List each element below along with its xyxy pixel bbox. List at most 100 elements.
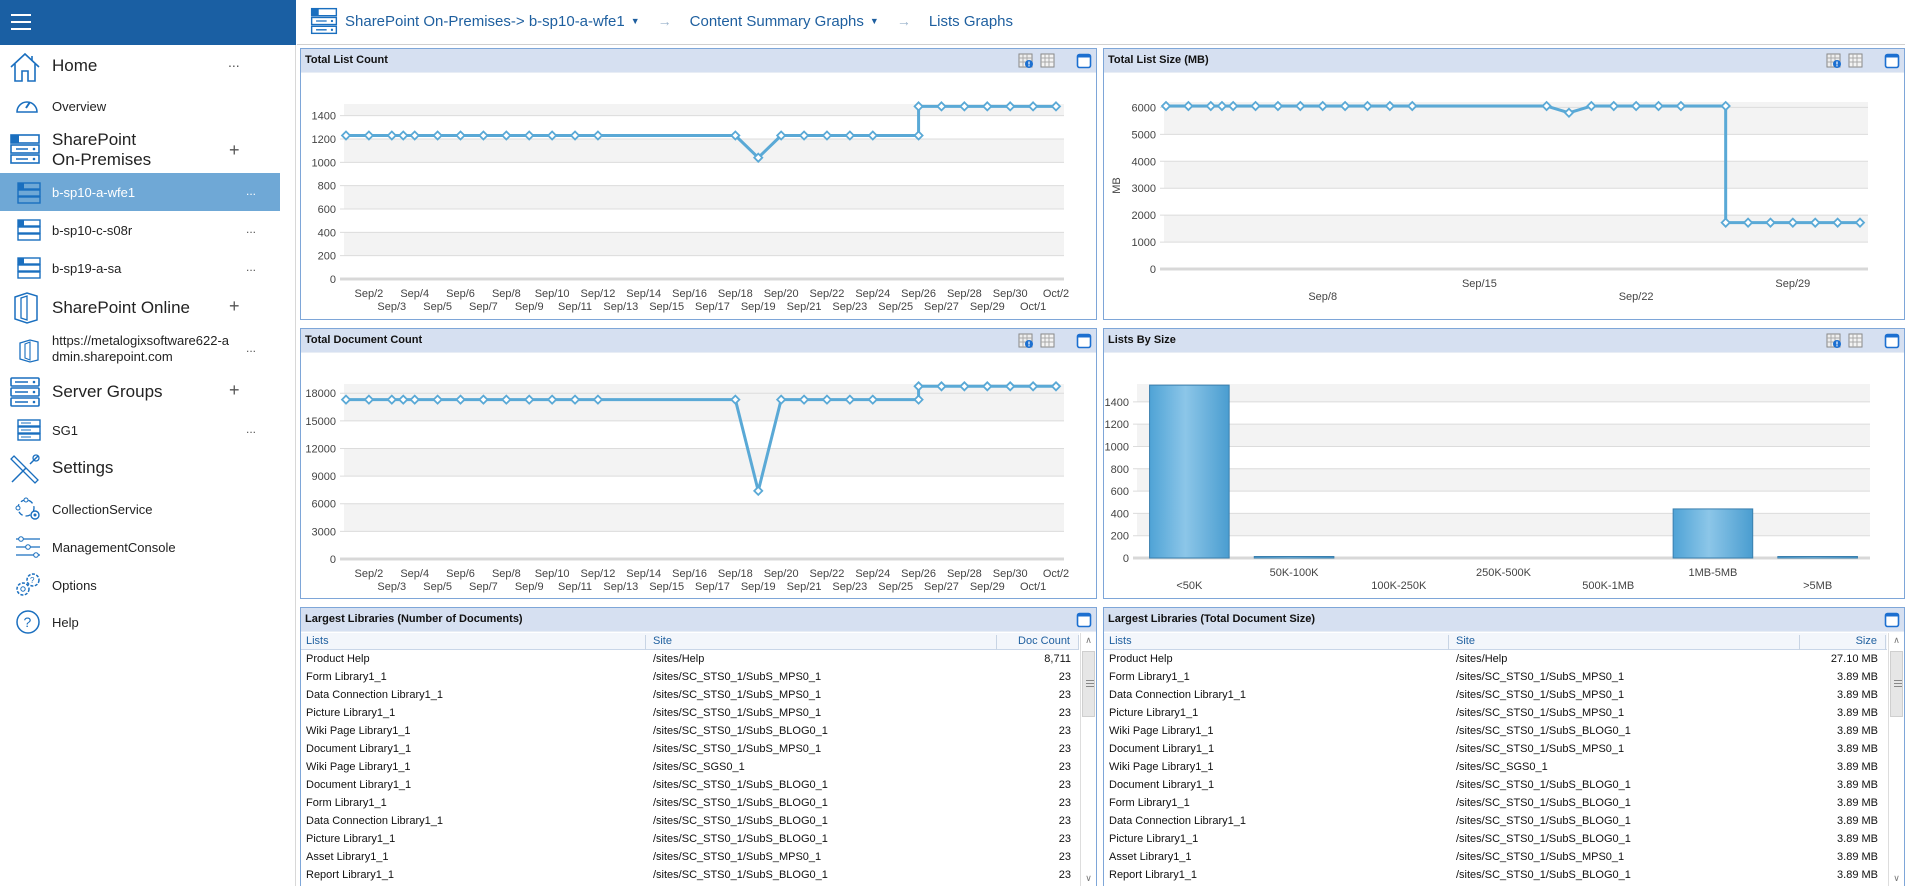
cell-list: Data Connection Library1_1 (1109, 815, 1246, 827)
chart-info-icon[interactable] (1826, 53, 1842, 69)
table-row[interactable]: Picture Library1_1/sites/SC_STS0_1/SubS_… (1104, 830, 1887, 848)
breadcrumb-content-summary-graphs[interactable]: Content Summary Graphs ▼ (690, 13, 879, 30)
table-row[interactable]: Product Help/sites/Help 8,711 (301, 650, 1079, 668)
add-button[interactable]: + (229, 296, 240, 317)
sidebar-item-sharepoint-on-premises[interactable]: SharePoint On-Premises + (0, 128, 280, 172)
sidebar-item-home[interactable]: Home ... (0, 48, 280, 86)
more-actions-button[interactable]: ... (246, 422, 256, 436)
more-actions-button[interactable]: ... (246, 222, 256, 236)
table-row[interactable]: Document Library1_1/sites/SC_STS0_1/SubS… (1104, 776, 1887, 794)
table-row[interactable]: Picture Library1_1/sites/SC_STS0_1/SubS_… (1104, 704, 1887, 722)
table-row[interactable]: Wiki Page Library1_1/sites/SC_STS0_1/Sub… (301, 722, 1079, 740)
x-tick-label: Sep/27 (924, 301, 959, 313)
y-tick-label: 4000 (1132, 156, 1156, 168)
hamburger-menu-icon[interactable] (11, 14, 31, 30)
chart-info-icon[interactable] (1826, 333, 1842, 349)
y-tick-label: 1200 (312, 134, 336, 146)
more-actions-button[interactable]: ... (246, 184, 256, 198)
more-actions-button[interactable]: ... (246, 260, 256, 274)
table-row[interactable]: Form Library1_1/sites/SC_STS0_1/SubS_MPS… (1104, 668, 1887, 686)
more-actions-button[interactable]: ... (246, 341, 256, 355)
table-row[interactable]: Form Library1_1/sites/SC_STS0_1/SubS_MPS… (301, 668, 1079, 686)
sidebar-item-help[interactable]: ? Help (0, 607, 280, 637)
column-header-lists[interactable]: Lists (1109, 635, 1449, 650)
column-header-site[interactable]: Site (649, 635, 997, 650)
breadcrumb-server[interactable]: SharePoint On-Premises-> b-sp10-a-wfe1 ▼ (345, 13, 640, 30)
sidebar-item-online-site[interactable]: https://metalogixsoftware622-a dmin.share… (0, 330, 280, 370)
add-button[interactable]: + (229, 380, 240, 401)
panel-title: Largest Libraries (Number of Documents) (305, 613, 523, 625)
scroll-up-icon[interactable]: ∧ (1889, 633, 1904, 648)
sidebar-item-label: https://metalogixsoftware622-a dmin.share… (52, 333, 229, 365)
table-row[interactable]: Form Library1_1/sites/SC_STS0_1/SubS_BLO… (1104, 794, 1887, 812)
scroll-up-icon[interactable]: ∧ (1081, 633, 1096, 648)
maximize-icon[interactable] (1884, 333, 1900, 349)
maximize-icon[interactable] (1076, 333, 1092, 349)
sidebar-item-overview[interactable]: Overview (0, 92, 280, 120)
column-header-size[interactable]: Size (1800, 635, 1886, 650)
sidebar-item-server-groups[interactable]: Server Groups + (0, 374, 280, 410)
panel-total-list-size: Total List Size (MB) 0 1000 2000 3000 4000 50… (1103, 48, 1905, 320)
table-row[interactable]: Data Connection Library1_1/sites/SC_STS0… (1104, 812, 1887, 830)
column-header-doc-count[interactable]: Doc Count (997, 635, 1079, 650)
add-button[interactable]: + (229, 140, 240, 161)
table-row[interactable]: Asset Library1_1/sites/SC_STS0_1/SubS_MP… (301, 848, 1079, 866)
table-row[interactable]: Picture Library1_1/sites/SC_STS0_1/SubS_… (301, 830, 1079, 848)
grid-view-icon[interactable] (1848, 333, 1864, 349)
maximize-icon[interactable] (1884, 53, 1900, 69)
table-row[interactable]: Wiki Page Library1_1/sites/SC_SGS0_1 3.89… (1104, 758, 1887, 776)
grid-view-icon[interactable] (1040, 333, 1056, 349)
table-row[interactable]: Asset Library1_1/sites/SC_STS0_1/SubS_MP… (1104, 848, 1887, 866)
sidebar-item-collectionservice[interactable]: CollectionService (0, 494, 280, 524)
sidebar-item-sharepoint-online[interactable]: SharePoint Online + (0, 290, 280, 326)
maximize-icon[interactable] (1076, 53, 1092, 69)
table-row[interactable]: Wiki Page Library1_1/sites/SC_STS0_1/Sub… (1104, 722, 1887, 740)
x-tick-label: Sep/20 (764, 288, 799, 300)
vertical-scrollbar[interactable]: ∧ ∨ (1888, 633, 1904, 886)
sidebar-item-b-sp19-a-sa[interactable]: b-sp19-a-sa ... (0, 252, 280, 284)
plot-band (344, 232, 1064, 256)
scrollbar-thumb[interactable] (1890, 651, 1903, 717)
table-row[interactable]: Wiki Page Library1_1/sites/SC_SGS0_1 23 (301, 758, 1079, 776)
sidebar-item-b-sp10-a-wfe1[interactable]: b-sp10-a-wfe1 ... (0, 173, 280, 211)
vertical-scrollbar[interactable]: ∧ ∨ (1080, 633, 1096, 886)
x-tick-label: Sep/28 (947, 568, 982, 580)
y-tick-label: 1000 (1105, 441, 1129, 453)
cell-list: Asset Library1_1 (306, 851, 389, 863)
table-row[interactable]: Document Library1_1/sites/SC_STS0_1/SubS… (1104, 740, 1887, 758)
scrollbar-thumb[interactable] (1082, 651, 1095, 717)
cell-doc-count: 23 (1058, 743, 1071, 755)
breadcrumb-lists-graphs[interactable]: Lists Graphs (929, 13, 1013, 30)
table-row[interactable]: Data Connection Library1_1/sites/SC_STS0… (301, 812, 1079, 830)
chart-info-icon[interactable] (1018, 333, 1034, 349)
table-row[interactable]: Picture Library1_1/sites/SC_STS0_1/SubS_… (301, 704, 1079, 722)
column-header-lists[interactable]: Lists (306, 635, 646, 650)
maximize-icon[interactable] (1884, 612, 1900, 628)
sidebar-item-settings[interactable]: Settings (0, 450, 280, 486)
chart-info-icon[interactable] (1018, 53, 1034, 69)
cell-site: /sites/SC_STS0_1/SubS_BLOG0_1 (1456, 815, 1631, 827)
grid-view-icon[interactable] (1848, 53, 1864, 69)
x-tick-label: Sep/4 (400, 568, 429, 580)
table-row[interactable]: Report Library1_1/sites/SC_STS0_1/SubS_B… (301, 866, 1079, 884)
sidebar-item-b-sp10-c-s08r[interactable]: b-sp10-c-s08r ... (0, 214, 280, 246)
server-group-icon (17, 419, 41, 441)
table-row[interactable]: Document Library1_1/sites/SC_STS0_1/SubS… (301, 740, 1079, 758)
sidebar-item-options[interactable]: ? Options (0, 570, 280, 600)
table-row[interactable]: Data Connection Library1_1/sites/SC_STS0… (1104, 686, 1887, 704)
scroll-down-icon[interactable]: ∨ (1081, 871, 1096, 886)
grid-view-icon[interactable] (1040, 53, 1056, 69)
more-actions-button[interactable]: ... (228, 54, 240, 70)
table-row[interactable]: Document Library1_1/sites/SC_STS0_1/SubS… (301, 776, 1079, 794)
table-row[interactable]: Report Library1_1/sites/SC_STS0_1/SubS_B… (1104, 866, 1887, 884)
plot-band (1137, 424, 1870, 447)
sidebar-item-sg1[interactable]: SG1 ... (0, 414, 280, 446)
sidebar-item-managementconsole[interactable]: ManagementConsole (0, 532, 280, 562)
table-row[interactable]: Form Library1_1/sites/SC_STS0_1/SubS_BLO… (301, 794, 1079, 812)
maximize-icon[interactable] (1076, 612, 1092, 628)
column-header-site[interactable]: Site (1452, 635, 1800, 650)
table-row[interactable]: Product Help/sites/Help 27.10 MB (1104, 650, 1887, 668)
cell-list: Picture Library1_1 (306, 833, 396, 845)
table-row[interactable]: Data Connection Library1_1/sites/SC_STS0… (301, 686, 1079, 704)
scroll-down-icon[interactable]: ∨ (1889, 871, 1904, 886)
